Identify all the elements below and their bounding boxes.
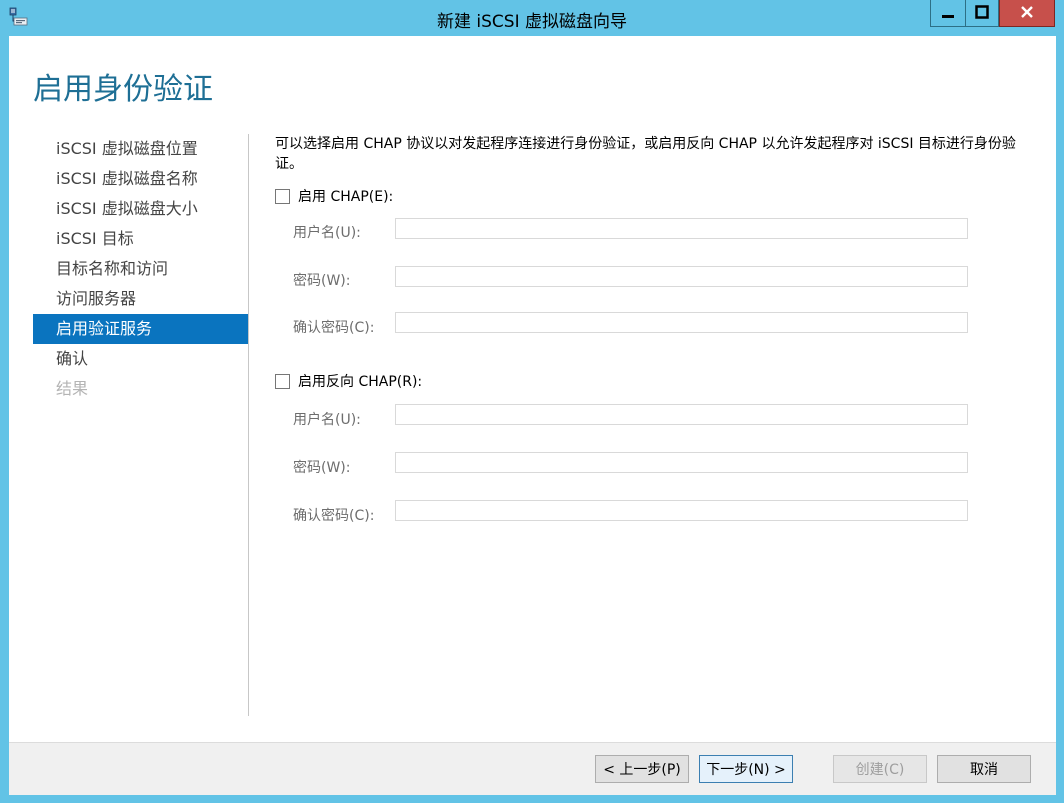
wizard-footer: < 上一步(P) 下一步(N) > 创建(C) 取消	[9, 742, 1056, 795]
chap-confirm-label: 确认密码(C):	[293, 320, 375, 336]
cancel-button[interactable]: 取消	[937, 755, 1031, 783]
title-bar: 新建 iSCSI 虚拟磁盘向导	[0, 0, 1064, 36]
enable-reverse-chap-label: 启用反向 CHAP(R):	[298, 374, 423, 390]
close-icon	[1020, 4, 1034, 23]
reverse-chap-username-input[interactable]	[395, 404, 968, 425]
chap-username-input[interactable]	[395, 218, 968, 239]
step-access-servers[interactable]: 访问服务器	[33, 284, 248, 314]
steps-divider	[248, 134, 249, 716]
step-disk-location[interactable]: iSCSI 虚拟磁盘位置	[33, 134, 248, 164]
auth-description: 可以选择启用 CHAP 协议以对发起程序连接进行身份验证，或启用反向 CHAP …	[275, 136, 1016, 172]
wizard-window: 启用身份验证 iSCSI 虚拟磁盘位置 iSCSI 虚拟磁盘名称 iSCSI 虚…	[9, 36, 1056, 795]
step-results: 结果	[56, 379, 89, 398]
chap-confirm-input[interactable]	[395, 312, 968, 333]
content-area: 可以选择启用 CHAP 协议以对发起程序连接进行身份验证，或启用反向 CHAP …	[275, 134, 1035, 174]
step-enable-auth[interactable]: 启用验证服务	[33, 314, 248, 344]
enable-chap-checkbox[interactable]	[275, 188, 290, 204]
chap-password-input[interactable]	[395, 266, 968, 287]
enable-chap-label: 启用 CHAP(E):	[298, 189, 394, 205]
next-button[interactable]: 下一步(N) >	[699, 755, 793, 783]
create-button: 创建(C)	[833, 755, 927, 783]
step-disk-size[interactable]: iSCSI 虚拟磁盘大小	[33, 194, 248, 224]
enable-reverse-chap-checkbox[interactable]	[275, 373, 290, 389]
step-target-name-access[interactable]: 目标名称和访问	[33, 254, 248, 284]
previous-button[interactable]: < 上一步(P)	[595, 755, 689, 783]
chap-username-label: 用户名(U):	[293, 225, 361, 241]
minimize-icon	[941, 4, 955, 23]
step-disk-name[interactable]: iSCSI 虚拟磁盘名称	[33, 164, 248, 194]
reverse-chap-password-label: 密码(W):	[293, 460, 351, 476]
reverse-chap-confirm-input[interactable]	[395, 500, 968, 521]
page-title: 启用身份验证	[33, 72, 213, 107]
wizard-steps-list: iSCSI 虚拟磁盘位置 iSCSI 虚拟磁盘名称 iSCSI 虚拟磁盘大小 i…	[33, 134, 248, 404]
close-button[interactable]	[999, 0, 1055, 27]
enable-chap-option[interactable]: 启用 CHAP(E):	[275, 186, 393, 206]
reverse-chap-confirm-label: 确认密码(C):	[293, 508, 375, 524]
window-title: 新建 iSCSI 虚拟磁盘向导	[437, 12, 627, 32]
step-confirm[interactable]: 确认	[33, 344, 248, 374]
reverse-chap-username-label: 用户名(U):	[293, 412, 361, 428]
step-iscsi-target[interactable]: iSCSI 目标	[33, 224, 248, 254]
maximize-icon	[975, 4, 989, 23]
chap-password-label: 密码(W):	[293, 273, 351, 289]
enable-reverse-chap-option[interactable]: 启用反向 CHAP(R):	[275, 371, 422, 391]
reverse-chap-password-input[interactable]	[395, 452, 968, 473]
minimize-button[interactable]	[930, 0, 966, 27]
maximize-button[interactable]	[965, 0, 999, 27]
